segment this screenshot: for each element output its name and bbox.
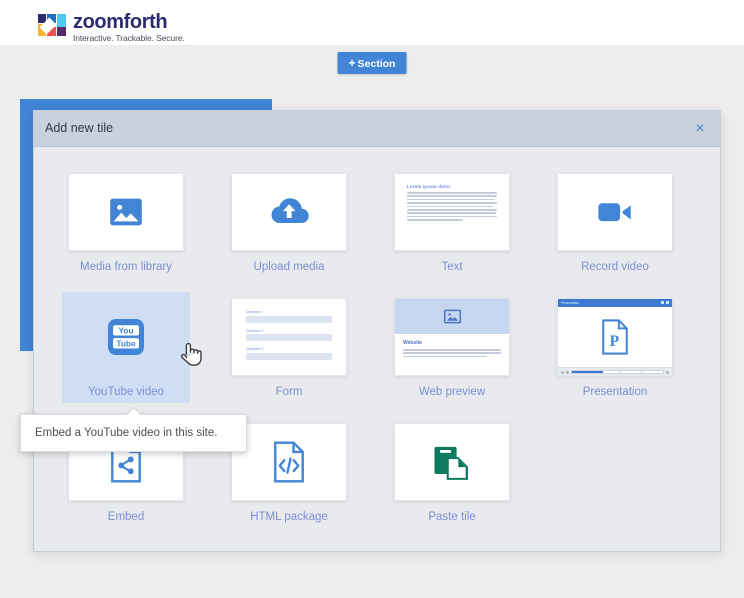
tile-label: Paste tile	[428, 511, 476, 523]
tile-label: Embed	[107, 511, 145, 523]
tile-option-media-from-library[interactable]: Media from library	[62, 167, 190, 278]
cloud-upload-icon	[271, 198, 309, 224]
app-root: zoomforth Interactive. Trackable. Secure…	[0, 0, 744, 598]
tile-option-paste-tile[interactable]: Paste tile	[388, 417, 516, 528]
presentation-toolbar	[558, 367, 672, 375]
presentation-titlebar-icons	[661, 301, 669, 304]
presentation-window-title: Presentation	[561, 300, 579, 305]
tile-option-record-video[interactable]: Record video	[551, 167, 679, 278]
tile-option-youtube-video[interactable]: You Tube YouTube video	[62, 292, 190, 403]
add-section-label: Section	[357, 58, 396, 70]
site-header: zoomforth Interactive. Trackable. Secure…	[0, 0, 744, 45]
video-camera-icon	[598, 203, 631, 222]
tile-option-presentation[interactable]: Presentation P Presentation	[551, 292, 679, 403]
zoomforth-logo[interactable]: zoomforth Interactive. Trackable. Secure…	[38, 12, 185, 44]
presentation-progress-track	[571, 370, 664, 374]
dialog-body: Media from library Upload media Lorem ip…	[34, 147, 720, 544]
logo-wordmark: zoomforth Interactive. Trackable. Secure…	[73, 12, 185, 44]
tile-thumbnail: Question 1 Question 2 Question 3	[231, 298, 347, 376]
web-preview-body: Website	[395, 334, 509, 358]
html-code-icon	[274, 441, 304, 483]
image-icon	[110, 198, 142, 226]
tile-label: Form	[275, 386, 303, 398]
tile-label: Presentation	[582, 386, 648, 398]
add-section-button[interactable]: + Section	[337, 52, 407, 74]
tile-label: YouTube video	[88, 386, 164, 398]
zoomforth-squares-logo-icon	[38, 12, 66, 40]
tile-option-form[interactable]: Question 1 Question 2 Question 3 Form	[225, 292, 353, 403]
plus-icon: +	[348, 56, 356, 70]
text-preview-heading: Lorem ipsum dolor	[407, 184, 451, 189]
dialog-title: Add new tile	[45, 121, 114, 135]
add-new-tile-dialog: Add new tile × Media from library Upload…	[33, 110, 721, 552]
tooltip: Embed a YouTube video in this site.	[20, 407, 247, 452]
tile-label: Web preview	[418, 386, 486, 398]
tile-thumbnail	[231, 423, 347, 501]
svg-text:You: You	[118, 325, 133, 335]
brand-name: zoomforth	[73, 11, 168, 33]
paste-clipboard-icon	[434, 446, 468, 480]
close-icon[interactable]: ×	[688, 117, 712, 141]
brand-tagline: Interactive. Trackable. Secure.	[73, 33, 185, 43]
form-question-label: Question 1	[246, 310, 264, 314]
form-question-label: Question 2	[246, 328, 264, 333]
tile-thumbnail: You Tube	[68, 298, 184, 376]
svg-text:Tube: Tube	[116, 338, 136, 348]
web-preview-card: Website	[395, 299, 509, 375]
tile-label: Record video	[581, 261, 649, 273]
tile-option-upload-media[interactable]: Upload media	[225, 167, 353, 278]
tile-label: Upload media	[253, 261, 325, 273]
form-preview: Question 1 Question 2 Question 3	[232, 299, 346, 375]
web-preview-hero	[395, 299, 509, 334]
presentation-titlebar: Presentation	[558, 299, 672, 307]
tile-option-text[interactable]: Lorem ipsum dolor Text	[388, 167, 516, 278]
tooltip-text: Embed a YouTube video in this site.	[35, 427, 218, 439]
tile-thumbnail	[231, 173, 347, 251]
tile-option-web-preview[interactable]: Website Web preview	[388, 292, 516, 403]
tile-label: HTML package	[250, 511, 328, 523]
presentation-window-icon: Presentation P	[558, 299, 672, 375]
text-document-preview: Lorem ipsum dolor	[395, 174, 509, 250]
image-icon	[443, 309, 461, 323]
tile-label: Media from library	[79, 261, 173, 273]
presentation-stage: P	[558, 307, 672, 367]
dialog-header: Add new tile ×	[34, 111, 720, 147]
tile-thumbnail	[68, 173, 184, 251]
tile-thumbnail: Website	[394, 298, 510, 376]
tile-thumbnail: Presentation P	[557, 298, 673, 376]
tile-label: Text	[441, 261, 463, 273]
tile-type-grid: Media from library Upload media Lorem ip…	[62, 167, 692, 528]
tile-thumbnail	[557, 173, 673, 251]
presentation-page-glyph: P	[610, 333, 620, 350]
tile-thumbnail: Lorem ipsum dolor	[394, 173, 510, 251]
tooltip-arrow	[127, 408, 141, 415]
page-p-icon: P	[602, 319, 628, 355]
tile-thumbnail	[394, 423, 510, 501]
form-question-label: Question 3	[246, 347, 264, 351]
web-preview-heading: Website	[403, 340, 423, 346]
youtube-icon: You Tube	[108, 319, 144, 355]
